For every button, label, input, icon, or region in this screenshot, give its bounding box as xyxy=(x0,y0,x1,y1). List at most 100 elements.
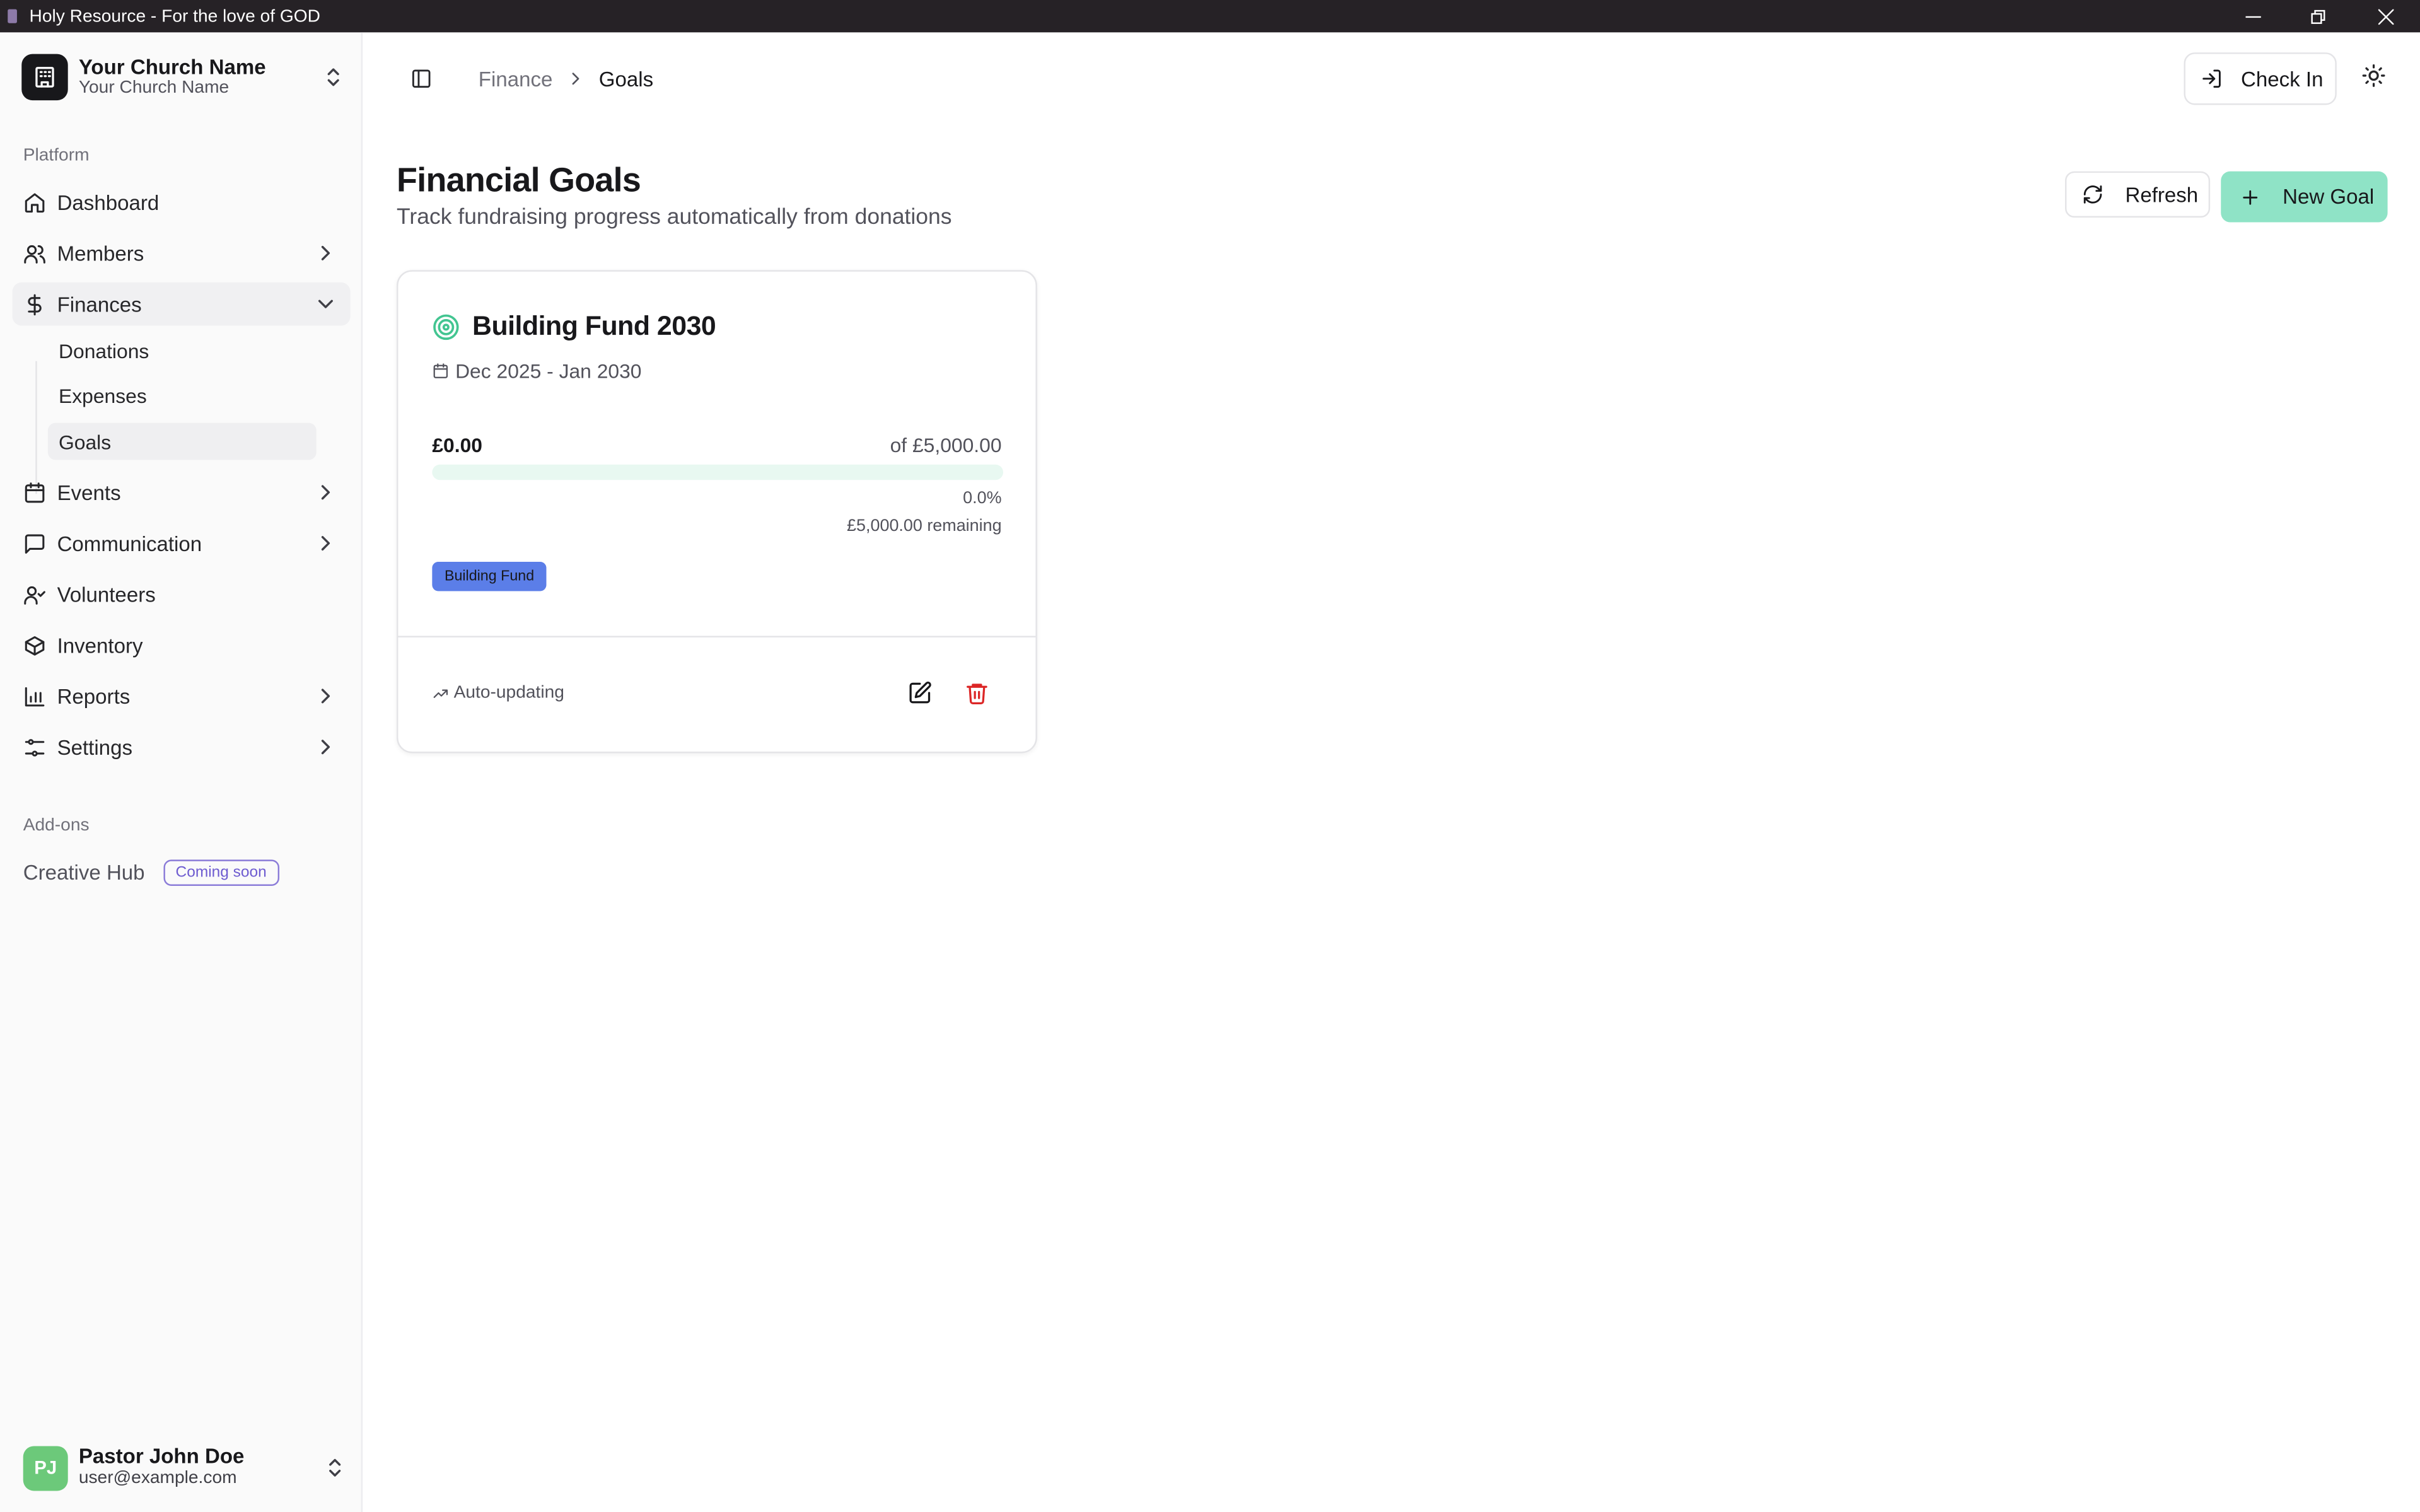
goal-name: Building Fund 2030 xyxy=(472,310,716,341)
chevrons-up-down-icon xyxy=(327,68,339,86)
sidebar-item-label: Reports xyxy=(57,684,131,708)
chevron-right-icon xyxy=(321,689,330,704)
sidebar-item-members[interactable]: Members xyxy=(13,231,351,275)
minimize-button[interactable] xyxy=(2221,0,2286,32)
avatar: PJ xyxy=(23,1445,68,1491)
org-subtitle: Your Church Name xyxy=(78,78,230,98)
breadcrumb: Finance Goals xyxy=(479,65,653,93)
sidebar-subitem-label: Donations xyxy=(59,339,149,362)
sidebar-item-inventory[interactable]: Inventory xyxy=(13,624,351,667)
edit-icon xyxy=(909,682,931,704)
sidebar-item-label: Inventory xyxy=(57,633,143,657)
goal-target-amount: of £5,000.00 xyxy=(890,433,1002,457)
card-divider xyxy=(398,636,1036,637)
sidebar-item-volunteers[interactable]: Volunteers xyxy=(13,573,351,616)
sun-icon xyxy=(2362,64,2385,87)
sidebar-item-dashboard[interactable]: Dashboard xyxy=(13,180,351,224)
window-title: Holy Resource - For the love of GOD xyxy=(29,7,321,26)
chevron-right-icon xyxy=(321,536,330,551)
panel-left-icon xyxy=(412,69,431,88)
sidebar-item-communication[interactable]: Communication xyxy=(13,521,351,565)
sidebar-item-label: Members xyxy=(57,241,144,265)
breadcrumb-finance[interactable]: Finance xyxy=(479,67,553,90)
page-title: Financial Goals xyxy=(397,160,641,199)
restore-button[interactable] xyxy=(2286,0,2351,32)
minimize-icon xyxy=(2245,15,2261,17)
delete-goal-button[interactable] xyxy=(965,680,989,705)
sidebar-item-reports[interactable]: Reports xyxy=(13,675,351,718)
user-check-icon xyxy=(23,583,47,606)
page-subtitle: Track fundraising progress automatically… xyxy=(397,205,952,230)
check-in-button[interactable]: Check In xyxy=(2184,52,2337,105)
sliders-icon xyxy=(23,735,47,759)
edit-goal-button[interactable] xyxy=(907,680,932,705)
new-goal-button[interactable]: New Goal xyxy=(2221,171,2388,223)
chevron-right-icon xyxy=(321,485,330,500)
theme-toggle-button[interactable] xyxy=(2361,63,2389,91)
sidebar-item-finances[interactable]: Finances xyxy=(12,282,351,326)
goal-progress-bar xyxy=(432,464,1004,480)
platform-section-label: Platform xyxy=(23,146,90,165)
org-name: Your Church Name xyxy=(78,54,266,78)
check-in-label: Check In xyxy=(2241,67,2324,91)
user-name: Pastor John Doe xyxy=(78,1445,245,1468)
calendar-icon xyxy=(23,480,47,504)
church-icon xyxy=(21,54,68,101)
sidebar-item-settings[interactable]: Settings xyxy=(13,725,351,769)
window-titlebar: Holy Resource - For the love of GOD xyxy=(0,0,2420,33)
close-window-button[interactable] xyxy=(2354,0,2419,32)
close-icon xyxy=(2378,8,2394,24)
sidebar-item-label: Communication xyxy=(57,532,202,555)
goal-current-amount: £0.00 xyxy=(432,433,483,457)
package-icon xyxy=(23,634,47,657)
user-email: user@example.com xyxy=(78,1469,237,1488)
bar-chart-icon xyxy=(23,685,47,708)
chevron-right-icon xyxy=(321,245,330,260)
calendar-icon xyxy=(433,363,448,378)
new-goal-label: New Goal xyxy=(2283,185,2375,209)
sidebar-toggle-button[interactable] xyxy=(407,65,435,93)
chevron-right-icon xyxy=(321,740,330,755)
trending-up-icon xyxy=(433,689,448,697)
users-icon xyxy=(23,241,47,265)
home-icon xyxy=(23,190,47,214)
chevron-down-icon xyxy=(318,299,333,308)
sidebar: Your Church Name Your Church Name Platfo… xyxy=(0,32,363,1512)
restore-icon xyxy=(2311,9,2325,23)
sidebar-item-label: Volunteers xyxy=(57,583,156,606)
sidebar-item-label: Settings xyxy=(57,735,132,759)
log-in-icon xyxy=(2202,69,2221,88)
goal-status: Auto-updating xyxy=(453,683,564,702)
coming-soon-badge: Coming soon xyxy=(163,859,279,886)
sidebar-subitem-expenses[interactable]: Expenses xyxy=(48,376,317,414)
sidebar-subitem-label: Goals xyxy=(59,429,112,453)
refresh-button[interactable]: Refresh xyxy=(2065,171,2211,218)
breadcrumb-goals: Goals xyxy=(598,67,654,91)
main-content: Finance Goals Check In Financial Goals T… xyxy=(363,32,2420,1512)
refresh-icon xyxy=(2083,185,2102,204)
dollar-icon xyxy=(23,293,47,316)
sidebar-item-events[interactable]: Events xyxy=(13,471,351,515)
goal-percent: 0.0% xyxy=(963,489,1002,508)
message-icon xyxy=(23,532,47,555)
sidebar-item-label: Events xyxy=(57,480,121,504)
sidebar-subitem-label: Expenses xyxy=(59,383,147,407)
sidebar-subitem-goals[interactable]: Goals xyxy=(47,422,317,460)
plus-icon xyxy=(2243,189,2258,204)
app-icon xyxy=(8,9,17,23)
sidebar-item-label: Dashboard xyxy=(57,190,160,214)
goal-remaining: £5,000.00 remaining xyxy=(847,516,1002,536)
sidebar-subitem-donations[interactable]: Donations xyxy=(48,332,317,369)
goal-category-tag: Building Fund xyxy=(432,561,547,591)
trash-icon xyxy=(967,683,987,704)
target-icon xyxy=(433,313,459,339)
creative-hub-item[interactable]: Creative Hub Coming soon xyxy=(23,859,279,886)
sidebar-item-label: Finances xyxy=(57,292,142,316)
creative-hub-label: Creative Hub xyxy=(23,861,145,885)
goal-date-range: Dec 2025 - Jan 2030 xyxy=(455,359,642,383)
org-switcher[interactable]: Your Church Name Your Church Name xyxy=(21,52,349,102)
goal-card: Building Fund 2030 Dec 2025 - Jan 2030 £… xyxy=(397,270,1037,753)
chevrons-up-down-icon xyxy=(329,1458,341,1477)
user-menu[interactable]: PJ Pastor John Doe user@example.com xyxy=(23,1443,351,1492)
chevron-right-icon xyxy=(568,71,583,86)
